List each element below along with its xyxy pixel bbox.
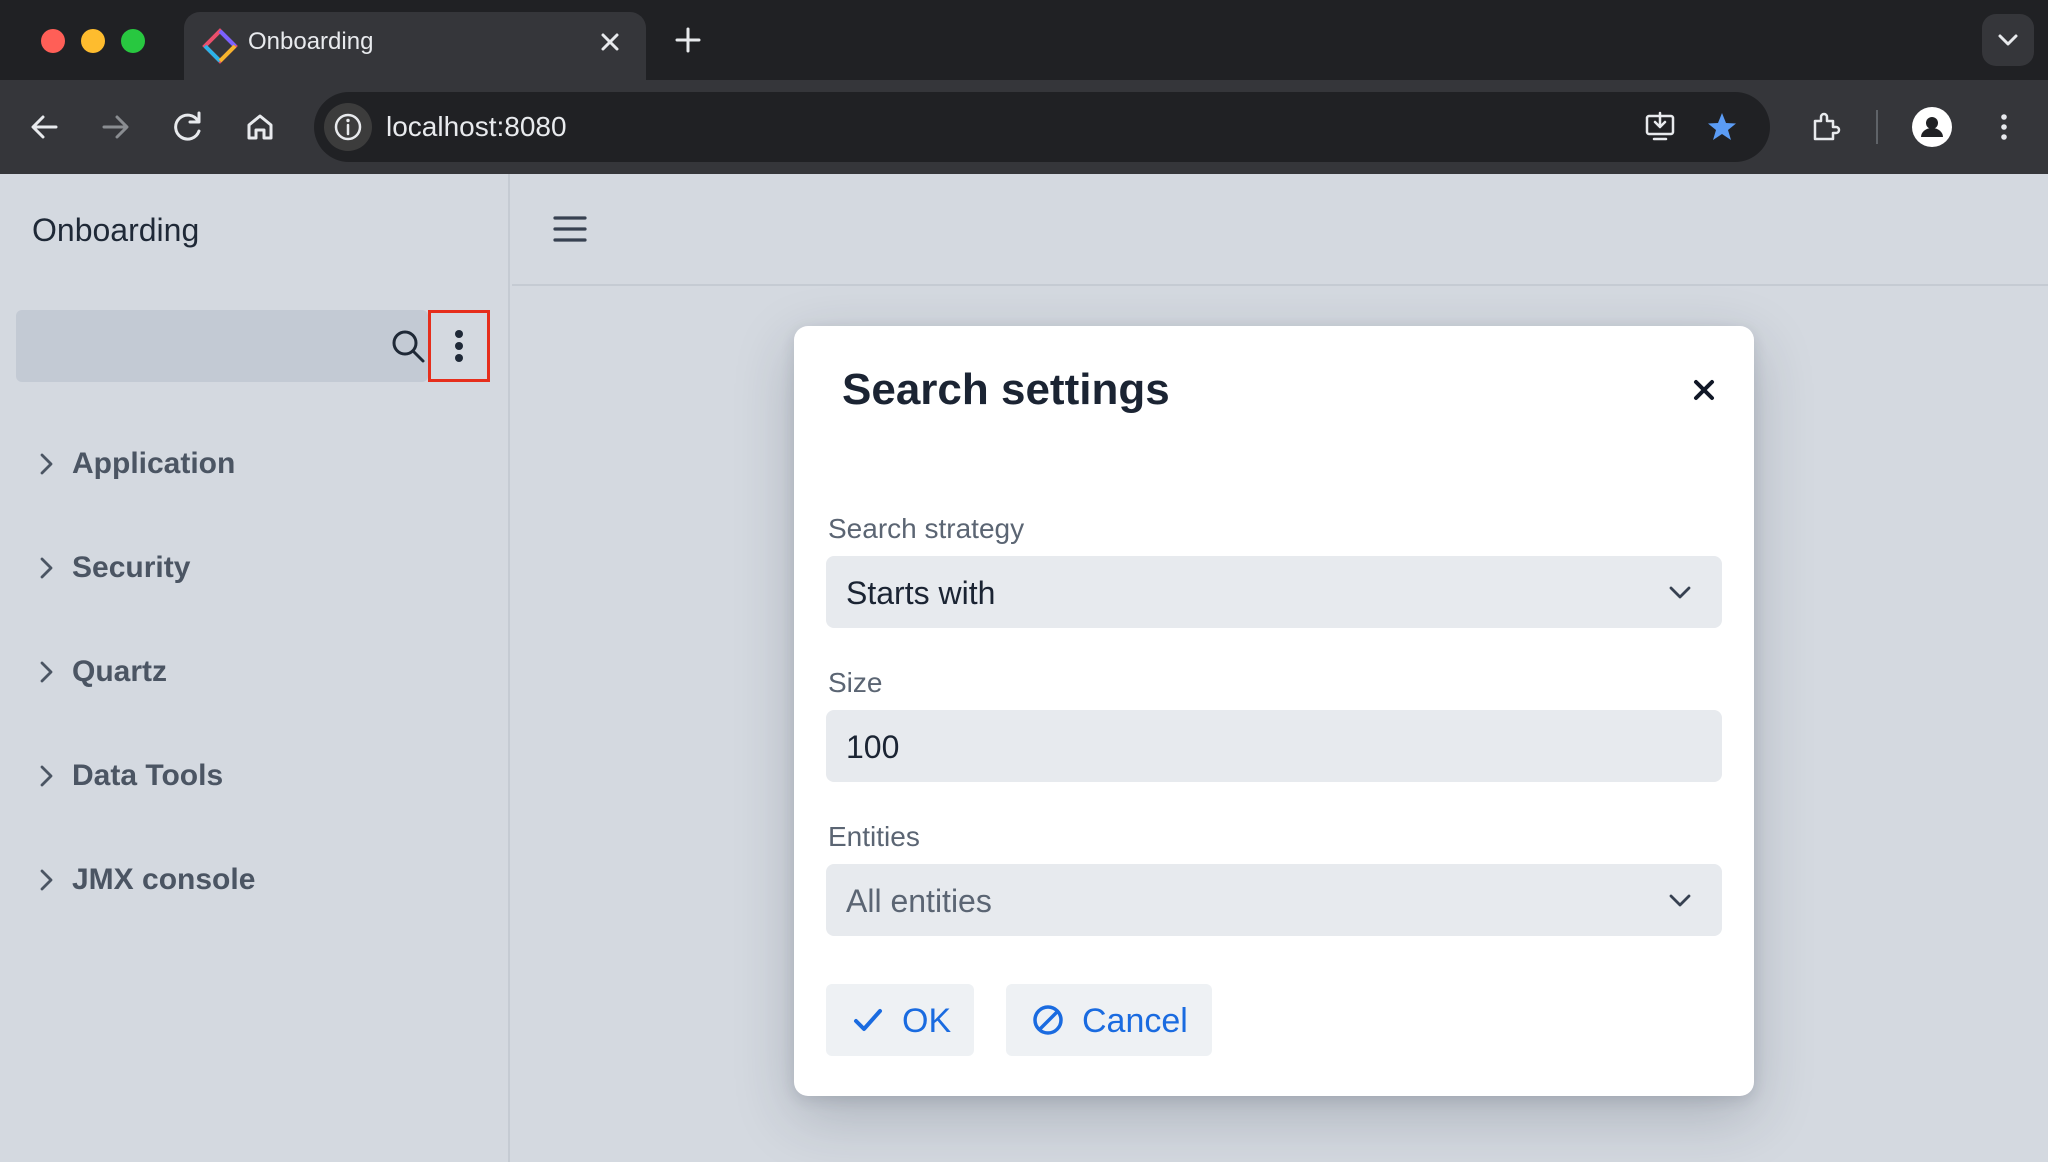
site-info-button[interactable] (324, 103, 372, 151)
star-icon[interactable] (1698, 103, 1746, 151)
kebab-menu-button[interactable] (428, 310, 490, 382)
app-favicon (202, 28, 238, 64)
nav-item-label: Quartz (72, 655, 168, 688)
cancel-button-label: Cancel (1082, 1002, 1188, 1040)
window-close-button[interactable] (41, 29, 65, 53)
back-arrow-icon[interactable] (20, 103, 68, 151)
chevron-right-icon (40, 453, 53, 475)
search-icon[interactable] (390, 326, 426, 366)
hamburger-icon[interactable] (552, 214, 588, 244)
entities-select[interactable]: All entities (826, 864, 1722, 936)
browser-tab-strip: Onboarding (0, 0, 2048, 80)
browser-toolbar: localhost:8080 (0, 80, 2048, 174)
plus-icon (675, 27, 701, 53)
chevron-right-icon (40, 765, 53, 787)
chevron-down-icon (1669, 894, 1691, 907)
tab-close-button[interactable] (592, 24, 628, 60)
info-icon (334, 113, 362, 141)
nav-item-security[interactable]: Security (32, 540, 492, 596)
chevron-right-icon (40, 869, 53, 891)
ban-icon (1033, 1005, 1063, 1035)
search-strategy-value: Starts with (846, 575, 996, 611)
window-zoom-button[interactable] (121, 29, 145, 53)
forward-arrow-icon[interactable] (92, 103, 140, 151)
search-input[interactable] (16, 310, 428, 382)
profile-icon[interactable] (1908, 103, 1956, 151)
size-field[interactable]: 100 (826, 710, 1722, 782)
home-icon[interactable] (236, 103, 284, 151)
size-label: Size (828, 667, 883, 698)
nav-item-label: JMX console (72, 863, 256, 896)
ok-button-label: OK (902, 1002, 952, 1040)
window-minimize-button[interactable] (81, 29, 105, 53)
entities-value: All entities (846, 883, 992, 919)
new-tab-button[interactable] (668, 20, 708, 60)
chevron-down-icon (1998, 34, 2018, 46)
search-settings-dialog: Search settings Search strategy Starts w… (794, 326, 1754, 1096)
size-value: 100 (846, 729, 900, 765)
nav-item-label: Data Tools (72, 759, 224, 792)
close-icon (601, 33, 619, 51)
check-icon (854, 1009, 882, 1031)
nav-item-label: Security (72, 551, 191, 584)
nav-item-jmx-console[interactable]: JMX console (32, 852, 492, 908)
chevron-right-icon (40, 557, 53, 579)
dialog-title: Search settings (842, 365, 1170, 414)
chevron-down-icon (1669, 586, 1691, 599)
nav-item-data-tools[interactable]: Data Tools (32, 748, 492, 804)
ok-button[interactable]: OK (826, 984, 974, 1056)
tab-title: Onboarding (248, 28, 374, 55)
toolbar-divider (1876, 110, 1878, 144)
nav-item-application[interactable]: Application (32, 436, 492, 492)
nav-item-label: Application (72, 447, 236, 480)
app-header (512, 174, 2048, 286)
chevron-right-icon (40, 661, 53, 683)
sidebar: Onboarding Application Security Quartz D… (0, 174, 510, 1162)
extensions-icon[interactable] (1802, 103, 1850, 151)
url-text[interactable]: localhost:8080 (386, 110, 567, 144)
more-vert-icon[interactable] (1980, 103, 2028, 151)
browser-tab-active[interactable]: Onboarding (184, 12, 646, 80)
cancel-button[interactable]: Cancel (1006, 984, 1212, 1056)
install-app-icon[interactable] (1636, 103, 1684, 151)
close-icon[interactable] (1682, 368, 1726, 412)
nav-item-quartz[interactable]: Quartz (32, 644, 492, 700)
app-title: Onboarding (32, 212, 200, 248)
reload-icon[interactable] (164, 103, 212, 151)
entities-label: Entities (828, 821, 920, 852)
address-bar[interactable]: localhost:8080 (314, 92, 1770, 162)
search-strategy-select[interactable]: Starts with (826, 556, 1722, 628)
search-strategy-label: Search strategy (828, 513, 1025, 544)
kebab-menu-icon (455, 330, 463, 362)
tab-search-button[interactable] (1982, 14, 2034, 66)
